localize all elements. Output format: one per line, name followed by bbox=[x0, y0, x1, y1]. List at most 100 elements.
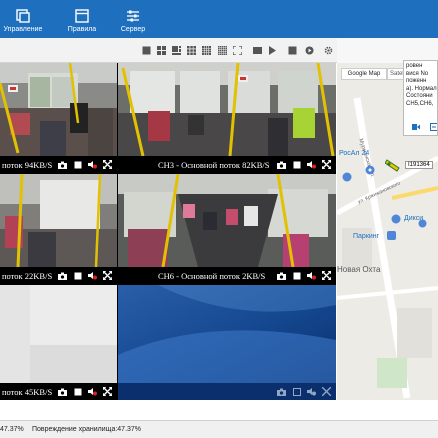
poi-label: РосАл 24 bbox=[339, 150, 370, 157]
popup-line: CH5,CH6, bbox=[406, 100, 434, 107]
video-caption-bar bbox=[118, 383, 336, 400]
audio-button[interactable] bbox=[88, 271, 97, 280]
layout-5x5-button[interactable] bbox=[218, 46, 227, 55]
expand-button[interactable] bbox=[103, 387, 112, 396]
expand-icon bbox=[103, 160, 112, 169]
track-icon[interactable] bbox=[430, 123, 438, 131]
vehicle-id-label: I191364 bbox=[405, 161, 433, 169]
video-cell-5[interactable]: поток 45KB/S bbox=[0, 285, 117, 400]
stop-stream-button[interactable] bbox=[73, 160, 82, 169]
layout-mixed-icon bbox=[172, 46, 181, 55]
status-percent: 47.37% bbox=[0, 426, 24, 433]
expand-button[interactable] bbox=[103, 160, 112, 169]
layout-4x4-button[interactable] bbox=[202, 46, 211, 55]
storage-status: Повреждение хранилища:47.37% bbox=[32, 426, 142, 433]
layout-2x2-button[interactable] bbox=[157, 46, 166, 55]
video-caption-bar: поток 45KB/S bbox=[0, 383, 117, 400]
expand-icon bbox=[103, 387, 112, 396]
settings-button[interactable] bbox=[324, 46, 333, 55]
stream-caption: поток 22KB/S bbox=[2, 270, 53, 281]
stop-icon bbox=[288, 46, 297, 55]
ribbon-management-button[interactable]: Управление bbox=[0, 0, 46, 38]
record-button[interactable] bbox=[305, 46, 314, 55]
record-icon bbox=[305, 46, 314, 55]
stop-icon bbox=[74, 161, 81, 168]
fullscreen-button[interactable] bbox=[233, 46, 242, 55]
stop-stream-button[interactable] bbox=[292, 271, 301, 280]
expand-button[interactable] bbox=[322, 387, 331, 396]
parking-label: Паркинг bbox=[353, 233, 380, 240]
stop-stream-button[interactable] bbox=[292, 387, 301, 396]
server-icon bbox=[127, 10, 139, 22]
video-grid: поток 94KB/S CH3 - Основной поток 82KB/S… bbox=[0, 63, 336, 400]
ribbon-rules-button[interactable]: Правила bbox=[62, 0, 102, 38]
google-map-button[interactable]: Google Map bbox=[341, 68, 387, 80]
camera-icon bbox=[277, 272, 286, 280]
expand-icon bbox=[322, 160, 331, 169]
speaker-muted-icon bbox=[307, 161, 316, 169]
fullscreen-icon bbox=[233, 46, 242, 55]
expand-icon bbox=[322, 387, 331, 396]
audio-button[interactable] bbox=[88, 160, 97, 169]
status-bar: 47.37% Повреждение хранилища:47.37% bbox=[0, 420, 438, 438]
video-layout-button[interactable] bbox=[253, 46, 262, 55]
stop-icon bbox=[293, 272, 300, 279]
snapshot-button[interactable] bbox=[277, 387, 286, 396]
audio-button[interactable] bbox=[307, 387, 316, 396]
layout-single-icon bbox=[142, 46, 151, 55]
snapshot-button[interactable] bbox=[277, 160, 286, 169]
stream-caption: поток 45KB/S bbox=[2, 386, 53, 397]
speaker-muted-icon bbox=[88, 161, 97, 169]
audio-button[interactable] bbox=[307, 271, 316, 280]
audio-button[interactable] bbox=[88, 387, 97, 396]
expand-button[interactable] bbox=[103, 271, 112, 280]
district-label: Новая Охта bbox=[337, 265, 381, 274]
popup-line: Состояни bbox=[406, 93, 433, 99]
layout-grid-icon bbox=[218, 46, 227, 55]
audio-button[interactable] bbox=[307, 160, 316, 169]
snapshot-button[interactable] bbox=[277, 271, 286, 280]
camera-icon bbox=[58, 161, 67, 169]
video-cell-1[interactable]: поток 94KB/S bbox=[0, 63, 117, 173]
stop-stream-button[interactable] bbox=[73, 271, 82, 280]
layout-1x1-button[interactable] bbox=[142, 46, 151, 55]
layout-1plus5-button[interactable] bbox=[172, 46, 181, 55]
stop-icon bbox=[293, 161, 300, 168]
video-caption-bar: CH6 - Основной поток 2KB/S bbox=[118, 267, 336, 284]
camera-feed bbox=[0, 174, 117, 267]
camera-feed bbox=[118, 63, 336, 156]
play-button[interactable] bbox=[268, 46, 277, 55]
ribbon-label: Правила bbox=[67, 26, 97, 33]
expand-button[interactable] bbox=[322, 160, 331, 169]
map-panel[interactable]: Google Map Satellite ровен вися No пожен… bbox=[337, 38, 438, 400]
vehicle-marker-icon[interactable] bbox=[385, 158, 401, 172]
parking-marker-icon bbox=[387, 231, 396, 240]
speaker-muted-icon bbox=[307, 272, 316, 280]
vehicle-info-popup: ровен вися No поженн a). Нормал Состояни… bbox=[403, 60, 438, 136]
store-marker-icon bbox=[391, 214, 401, 224]
ribbon-server-button[interactable]: Сервер bbox=[116, 0, 150, 38]
stop-stream-button[interactable] bbox=[73, 387, 82, 396]
play-icon bbox=[269, 46, 276, 55]
stream-caption: CH6 - Основной поток 2KB/S bbox=[158, 270, 266, 281]
expand-button[interactable] bbox=[322, 271, 331, 280]
spacer bbox=[0, 400, 438, 420]
management-icon bbox=[16, 9, 30, 23]
popup-line: поженн bbox=[406, 78, 427, 84]
stop-button[interactable] bbox=[288, 46, 297, 55]
snapshot-button[interactable] bbox=[58, 387, 67, 396]
video-cell-2[interactable]: CH3 - Основной поток 82KB/S bbox=[118, 63, 336, 173]
bus-interior-feed bbox=[0, 174, 117, 267]
video-cell-6[interactable] bbox=[118, 285, 336, 400]
popup-line: вися No bbox=[406, 70, 429, 77]
poi-marker-icon bbox=[365, 165, 375, 175]
video-cell-3[interactable]: поток 22KB/S bbox=[0, 174, 117, 284]
bus-interior-feed bbox=[118, 63, 336, 156]
expand-icon bbox=[322, 271, 331, 280]
snapshot-button[interactable] bbox=[58, 271, 67, 280]
snapshot-button[interactable] bbox=[58, 160, 67, 169]
layout-3x3-button[interactable] bbox=[187, 46, 196, 55]
video-icon[interactable] bbox=[412, 123, 420, 131]
video-cell-4[interactable]: CH6 - Основной поток 2KB/S bbox=[118, 174, 336, 284]
stop-stream-button[interactable] bbox=[292, 160, 301, 169]
